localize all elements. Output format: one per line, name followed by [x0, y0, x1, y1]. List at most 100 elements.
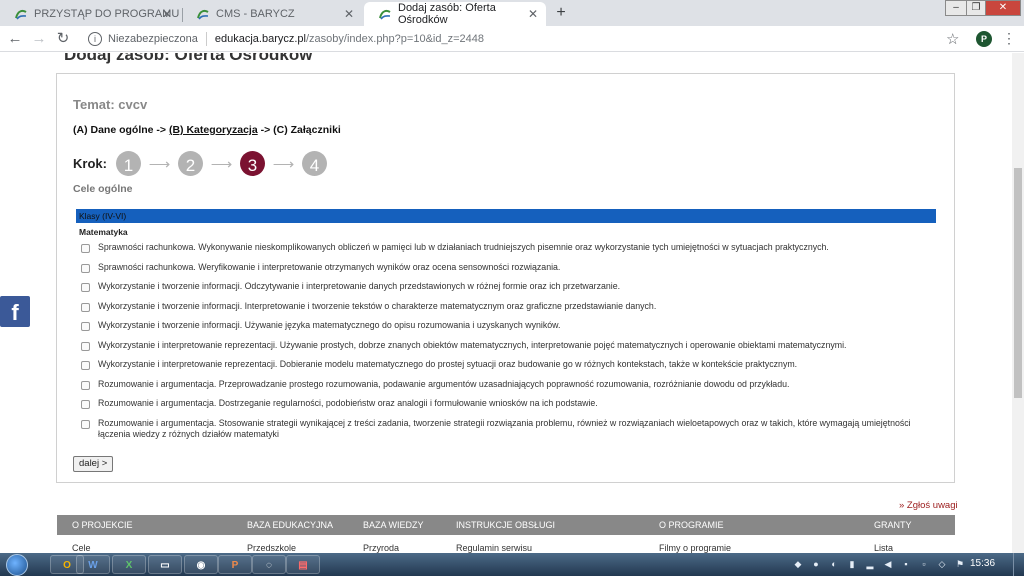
class-header-bar: Klasy (IV-VI) [76, 209, 936, 223]
new-tab-button[interactable]: + [552, 4, 570, 22]
list-item: Wykorzystanie i tworzenie informacji. Od… [81, 281, 941, 301]
arrow-right-icon: ⟶ [210, 155, 233, 173]
close-icon[interactable]: ✕ [528, 7, 538, 21]
footer-link-przedszkole[interactable]: Przedszkole [247, 543, 296, 553]
step-circle-2: 2 [177, 151, 203, 176]
next-button[interactable]: dalej > [73, 456, 114, 472]
goal-text: Rozumowanie i argumentacja. Przeprowadza… [98, 378, 790, 389]
close-icon[interactable]: ✕ [344, 7, 354, 21]
step-indicator: Krok: 1 ⟶ 2 ⟶ 3 ⟶ 4 [73, 151, 327, 176]
tray-icon[interactable]: ▮ [846, 558, 858, 570]
facebook-icon[interactable]: f [0, 296, 30, 327]
goal-text: Wykorzystanie i tworzenie informacji. Od… [98, 281, 621, 291]
close-window-icon[interactable]: ✕ [985, 0, 1021, 16]
goals-list: Sprawności rachunkowa. Wykonywanie niesk… [81, 242, 941, 442]
tab-dodaj-zasob[interactable]: Dodaj zasób: Oferta Ośrodków ✕ [364, 2, 546, 26]
goal-checkbox[interactable] [81, 361, 90, 370]
chrome-taskbar-icon[interactable]: ◉ [184, 555, 218, 574]
goal-checkbox[interactable] [81, 341, 90, 351]
footer-link-lista[interactable]: Lista [874, 543, 893, 553]
taskbar-clock[interactable]: 15:36 [970, 558, 995, 569]
goal-text: Sprawności rachunkowa. Weryfikowanie i i… [98, 261, 561, 272]
profile-avatar[interactable]: P [976, 31, 992, 47]
tab-przystap[interactable]: PRZYSTĄP DO PROGRAMU ✕ [0, 2, 180, 26]
arrow-right-icon: ⟶ [148, 155, 171, 173]
info-icon[interactable]: i [88, 32, 102, 46]
scrollbar-thumb[interactable] [1014, 168, 1022, 398]
footer: O PROJEKCIE BAZA EDUKACYJNA BAZA WIEDZY … [57, 515, 955, 553]
url-path: /zasoby/index.php?p=10&id_z=2448 [306, 33, 484, 45]
goal-text: Rozumowanie i argumentacja. Dostrzeganie… [98, 398, 598, 408]
step-label: Krok: [73, 156, 107, 171]
list-item: Wykorzystanie i interpretowanie reprezen… [81, 359, 941, 379]
powerpoint-taskbar-icon[interactable]: P [218, 555, 252, 574]
footer-link-przyroda[interactable]: Przyroda [363, 543, 399, 553]
goal-text: Wykorzystanie i tworzenie informacji. Uż… [98, 320, 561, 330]
page-viewport: Dodaj zasób: Oferta Ośrodków Temat: cvcv… [0, 53, 1012, 553]
address-bar[interactable]: i Niezabezpieczona edukacja.barycz.pl /z… [80, 29, 980, 49]
goal-text: Wykorzystanie i interpretowanie reprezen… [98, 339, 847, 350]
breadcrumb-step-b[interactable]: (B) Kategoryzacja [169, 124, 258, 136]
goal-checkbox[interactable] [81, 419, 90, 429]
goal-text: Wykorzystanie i interpretowanie reprezen… [98, 359, 798, 369]
goal-checkbox[interactable] [81, 263, 90, 273]
back-arrow-icon[interactable]: ← [6, 30, 24, 48]
goal-checkbox[interactable] [81, 302, 90, 312]
word-taskbar-icon[interactable]: W [76, 555, 110, 574]
step-circle-1: 1 [115, 151, 141, 176]
breadcrumb: (A) Dane ogólne -> (B) Kategoryzacja -> … [73, 124, 341, 136]
list-item: Rozumowanie i argumentacja. Dostrzeganie… [81, 398, 941, 418]
tab-cms[interactable]: CMS - BARYCZ ✕ [182, 2, 362, 26]
menu-dots-icon[interactable]: ⋮ [1002, 30, 1016, 47]
excel-taskbar-icon[interactable]: X [112, 555, 146, 574]
goal-checkbox[interactable] [81, 380, 90, 390]
explorer-folder-icon[interactable]: ▭ [148, 555, 182, 574]
goal-checkbox[interactable] [81, 244, 90, 253]
start-button[interactable] [6, 554, 28, 576]
form-panel: Temat: cvcv (A) Dane ogólne -> (B) Kateg… [56, 73, 955, 483]
pdf-taskbar-icon[interactable]: ▤ [286, 555, 320, 574]
report-link[interactable]: » Zgłoś uwagi [899, 500, 958, 511]
footer-link-regulamin[interactable]: Regulamin serwisu [456, 543, 532, 553]
tab-title: Dodaj zasób: Oferta Ośrodków [398, 2, 496, 26]
step-circle-3: 3 [239, 151, 265, 176]
show-desktop-button[interactable] [1013, 553, 1024, 576]
goal-checkbox[interactable] [81, 400, 90, 409]
reload-icon[interactable]: ↻ [54, 30, 72, 48]
list-item: Wykorzystanie i tworzenie informacji. Uż… [81, 320, 941, 340]
restore-window-icon[interactable]: ❐ [966, 0, 986, 16]
tab-strip: PRZYSTĄP DO PROGRAMU ✕ CMS - BARYCZ ✕ Do… [0, 0, 1024, 26]
app-taskbar-icon[interactable]: ◌ [252, 555, 286, 574]
site-favicon-icon [196, 7, 210, 21]
network-icon[interactable]: ▂ [864, 558, 876, 570]
tray-icon[interactable]: ◐ [828, 558, 840, 570]
close-icon[interactable]: ✕ [162, 7, 172, 21]
arrow-right-icon: ⟶ [272, 155, 295, 173]
tray-icon[interactable]: ● [810, 558, 822, 570]
footer-link-filmy[interactable]: Filmy o programie [659, 543, 731, 553]
list-item: Rozumowanie i argumentacja. Przeprowadza… [81, 379, 941, 399]
site-favicon-icon [378, 7, 392, 21]
list-item: Rozumowanie i argumentacja. Stosowanie s… [81, 418, 941, 442]
forward-arrow-icon[interactable]: → [30, 30, 48, 48]
page-scrollbar[interactable] [1012, 53, 1024, 553]
footer-link-cele[interactable]: Cele [72, 543, 91, 553]
tray-icon[interactable]: ◆ [792, 558, 804, 570]
tray-icon[interactable]: ▪ [900, 558, 912, 570]
minimize-window-icon[interactable]: – [945, 0, 967, 16]
tray-icon[interactable]: ◇ [936, 558, 948, 570]
breadcrumb-step-a: (A) Dane ogólne -> [73, 124, 167, 136]
list-item: Wykorzystanie i interpretowanie reprezen… [81, 340, 941, 360]
flag-icon[interactable]: ⚑ [954, 558, 966, 570]
footer-header-baza-wiedzy: BAZA WIEDZY [363, 520, 424, 530]
volume-icon[interactable]: ◀ [882, 558, 894, 570]
goal-text: Wykorzystanie i tworzenie informacji. In… [98, 300, 657, 311]
footer-header-instrukcje: INSTRUKCJE OBSŁUGI [456, 520, 556, 530]
bookmark-star-icon[interactable]: ☆ [946, 30, 959, 48]
goal-checkbox[interactable] [81, 322, 90, 331]
footer-header-baza-edukacyjna: BAZA EDUKACYJNA [247, 520, 334, 530]
goal-checkbox[interactable] [81, 283, 90, 292]
tray-icon[interactable]: ▫ [918, 558, 930, 570]
page-title: Dodaj zasób: Oferta Ośrodków [64, 53, 313, 64]
section-title: Cele ogólne [73, 183, 133, 195]
